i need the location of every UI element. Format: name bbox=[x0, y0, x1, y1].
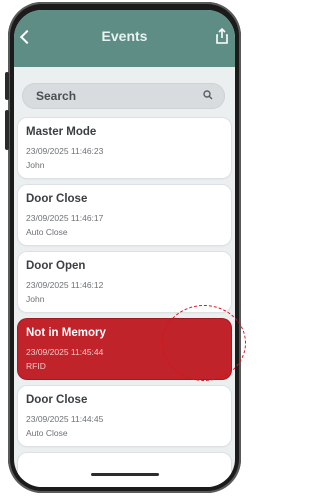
search-input[interactable]: Search bbox=[22, 83, 225, 109]
event-source: John bbox=[26, 294, 45, 304]
event-source: John bbox=[26, 160, 45, 170]
side-button bbox=[5, 72, 9, 100]
event-timestamp: 23/09/2025 11:44:45 bbox=[26, 414, 104, 424]
event-item[interactable]: Master Mode 23/09/2025 11:46:23 John bbox=[18, 118, 231, 178]
event-title: Door Close bbox=[26, 394, 88, 406]
highlight-annotation-circle bbox=[162, 305, 246, 381]
app-screen: Events Search Master Mode 23/09/2025 11:… bbox=[14, 10, 235, 487]
event-title: Master Mode bbox=[26, 126, 97, 138]
event-timestamp: 23/09/2025 11:46:17 bbox=[26, 213, 104, 223]
search-icon bbox=[203, 90, 213, 100]
side-button bbox=[5, 110, 9, 150]
event-timestamp: 23/09/2025 11:46:12 bbox=[26, 280, 104, 290]
event-source: RFID bbox=[26, 361, 46, 371]
event-item[interactable]: Door Close 23/09/2025 11:46:17 Auto Clos… bbox=[18, 185, 231, 245]
event-source: Auto Close bbox=[26, 428, 68, 438]
event-item[interactable] bbox=[18, 453, 231, 487]
event-title: Door Close bbox=[26, 193, 88, 205]
event-timestamp: 23/09/2025 11:45:44 bbox=[26, 347, 104, 357]
search-label: Search bbox=[36, 89, 77, 103]
event-source: Auto Close bbox=[26, 227, 68, 237]
home-indicator bbox=[91, 473, 159, 476]
header-bar: Events bbox=[14, 10, 235, 67]
event-timestamp: 23/09/2025 11:46:23 bbox=[26, 146, 104, 156]
event-item[interactable]: Door Close 23/09/2025 11:44:45 Auto Clos… bbox=[18, 386, 231, 446]
page-title: Events bbox=[101, 28, 148, 44]
share-icon[interactable] bbox=[215, 28, 229, 44]
event-item[interactable]: Door Open 23/09/2025 11:46:12 John bbox=[18, 252, 231, 312]
event-title: Not in Memory bbox=[26, 327, 106, 339]
event-title: Door Open bbox=[26, 260, 86, 272]
